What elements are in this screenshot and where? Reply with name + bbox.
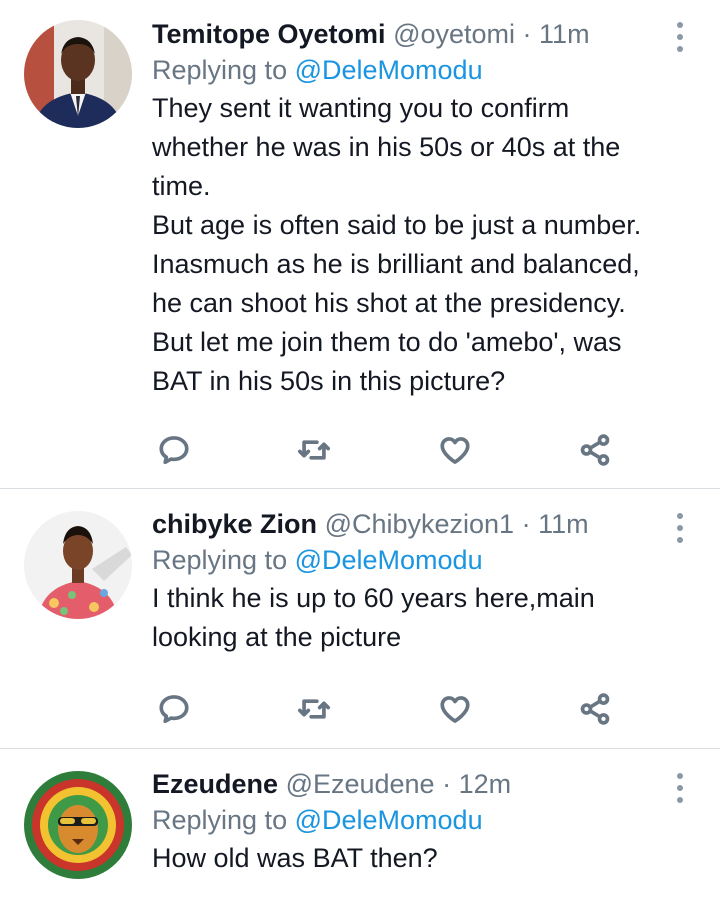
retweet-button[interactable] bbox=[294, 430, 334, 470]
display-name[interactable]: chibyke Zion bbox=[152, 509, 317, 539]
user-avatar[interactable] bbox=[24, 20, 132, 128]
retweet-icon bbox=[297, 699, 331, 719]
mention-link[interactable]: @DeleMomodu bbox=[295, 545, 483, 575]
rasta-lion-avatar bbox=[24, 771, 132, 879]
tweet-text: How old was BAT then? bbox=[152, 843, 438, 873]
share-icon bbox=[580, 693, 610, 725]
tweet-text: They sent it wanting you to confirm whet… bbox=[152, 93, 642, 396]
retweet-icon bbox=[297, 440, 331, 460]
tweet-actions bbox=[152, 430, 622, 470]
share-button[interactable] bbox=[575, 430, 615, 470]
share-button[interactable] bbox=[575, 689, 615, 729]
user-avatar[interactable] bbox=[24, 771, 132, 879]
separator-dot: · bbox=[521, 509, 531, 539]
replying-to: Replying to @DeleMomodu bbox=[152, 801, 680, 839]
more-options-icon[interactable] bbox=[670, 773, 690, 803]
tweet-header: Temitope Oyetomi @oyetomi · 11m bbox=[152, 17, 680, 51]
tweet-item[interactable]: Ezeudene @Ezeudene · 12m Replying to @De… bbox=[0, 749, 720, 913]
like-icon bbox=[440, 437, 470, 464]
like-icon bbox=[440, 696, 470, 723]
display-name[interactable]: Ezeudene bbox=[152, 769, 278, 799]
tweet-header: chibyke Zion @Chibykezion1 · 11m bbox=[152, 507, 680, 541]
reply-button[interactable] bbox=[154, 430, 194, 470]
tweet-header: Ezeudene @Ezeudene · 12m bbox=[152, 767, 680, 801]
tweet-item[interactable]: chibyke Zion @Chibykezion1 · 11m Replyin… bbox=[0, 489, 720, 748]
tweet-time[interactable]: 12m bbox=[459, 769, 512, 799]
user-handle[interactable]: @Chibykezion1 bbox=[325, 509, 515, 539]
replying-to: Replying to @DeleMomodu bbox=[152, 51, 680, 89]
mention-link[interactable]: @DeleMomodu bbox=[295, 805, 483, 835]
like-button[interactable] bbox=[435, 689, 475, 729]
separator-dot: · bbox=[522, 19, 532, 49]
tweet-text: I think he is up to 60 years here,main l… bbox=[152, 583, 595, 652]
reply-button[interactable] bbox=[154, 689, 194, 729]
display-name[interactable]: Temitope Oyetomi bbox=[152, 19, 386, 49]
user-handle[interactable]: @oyetomi bbox=[393, 19, 515, 49]
retweet-button[interactable] bbox=[294, 689, 334, 729]
more-options-icon[interactable] bbox=[670, 22, 690, 52]
more-options-icon[interactable] bbox=[670, 513, 690, 543]
replying-to-label: Replying to bbox=[152, 55, 288, 85]
tweet-time[interactable]: 11m bbox=[538, 509, 589, 539]
reply-icon bbox=[159, 436, 189, 465]
replying-to-label: Replying to bbox=[152, 545, 288, 575]
tweet-time[interactable]: 11m bbox=[539, 19, 590, 49]
tweet-actions bbox=[152, 689, 622, 729]
mention-link[interactable]: @DeleMomodu bbox=[295, 55, 483, 85]
man-in-suit-avatar bbox=[24, 20, 132, 128]
user-avatar[interactable] bbox=[24, 511, 132, 619]
share-icon bbox=[580, 434, 610, 466]
like-button[interactable] bbox=[435, 430, 475, 470]
reply-icon bbox=[159, 695, 189, 724]
user-handle[interactable]: @Ezeudene bbox=[286, 769, 435, 799]
tweet-item[interactable]: Temitope Oyetomi @oyetomi · 11m Replying… bbox=[0, 0, 720, 487]
man-in-floral-shirt-avatar bbox=[24, 511, 132, 619]
replying-to: Replying to @DeleMomodu bbox=[152, 541, 680, 579]
replying-to-label: Replying to bbox=[152, 805, 288, 835]
tweet-timeline: Temitope Oyetomi @oyetomi · 11m Replying… bbox=[0, 0, 720, 913]
separator-dot: · bbox=[442, 769, 452, 799]
